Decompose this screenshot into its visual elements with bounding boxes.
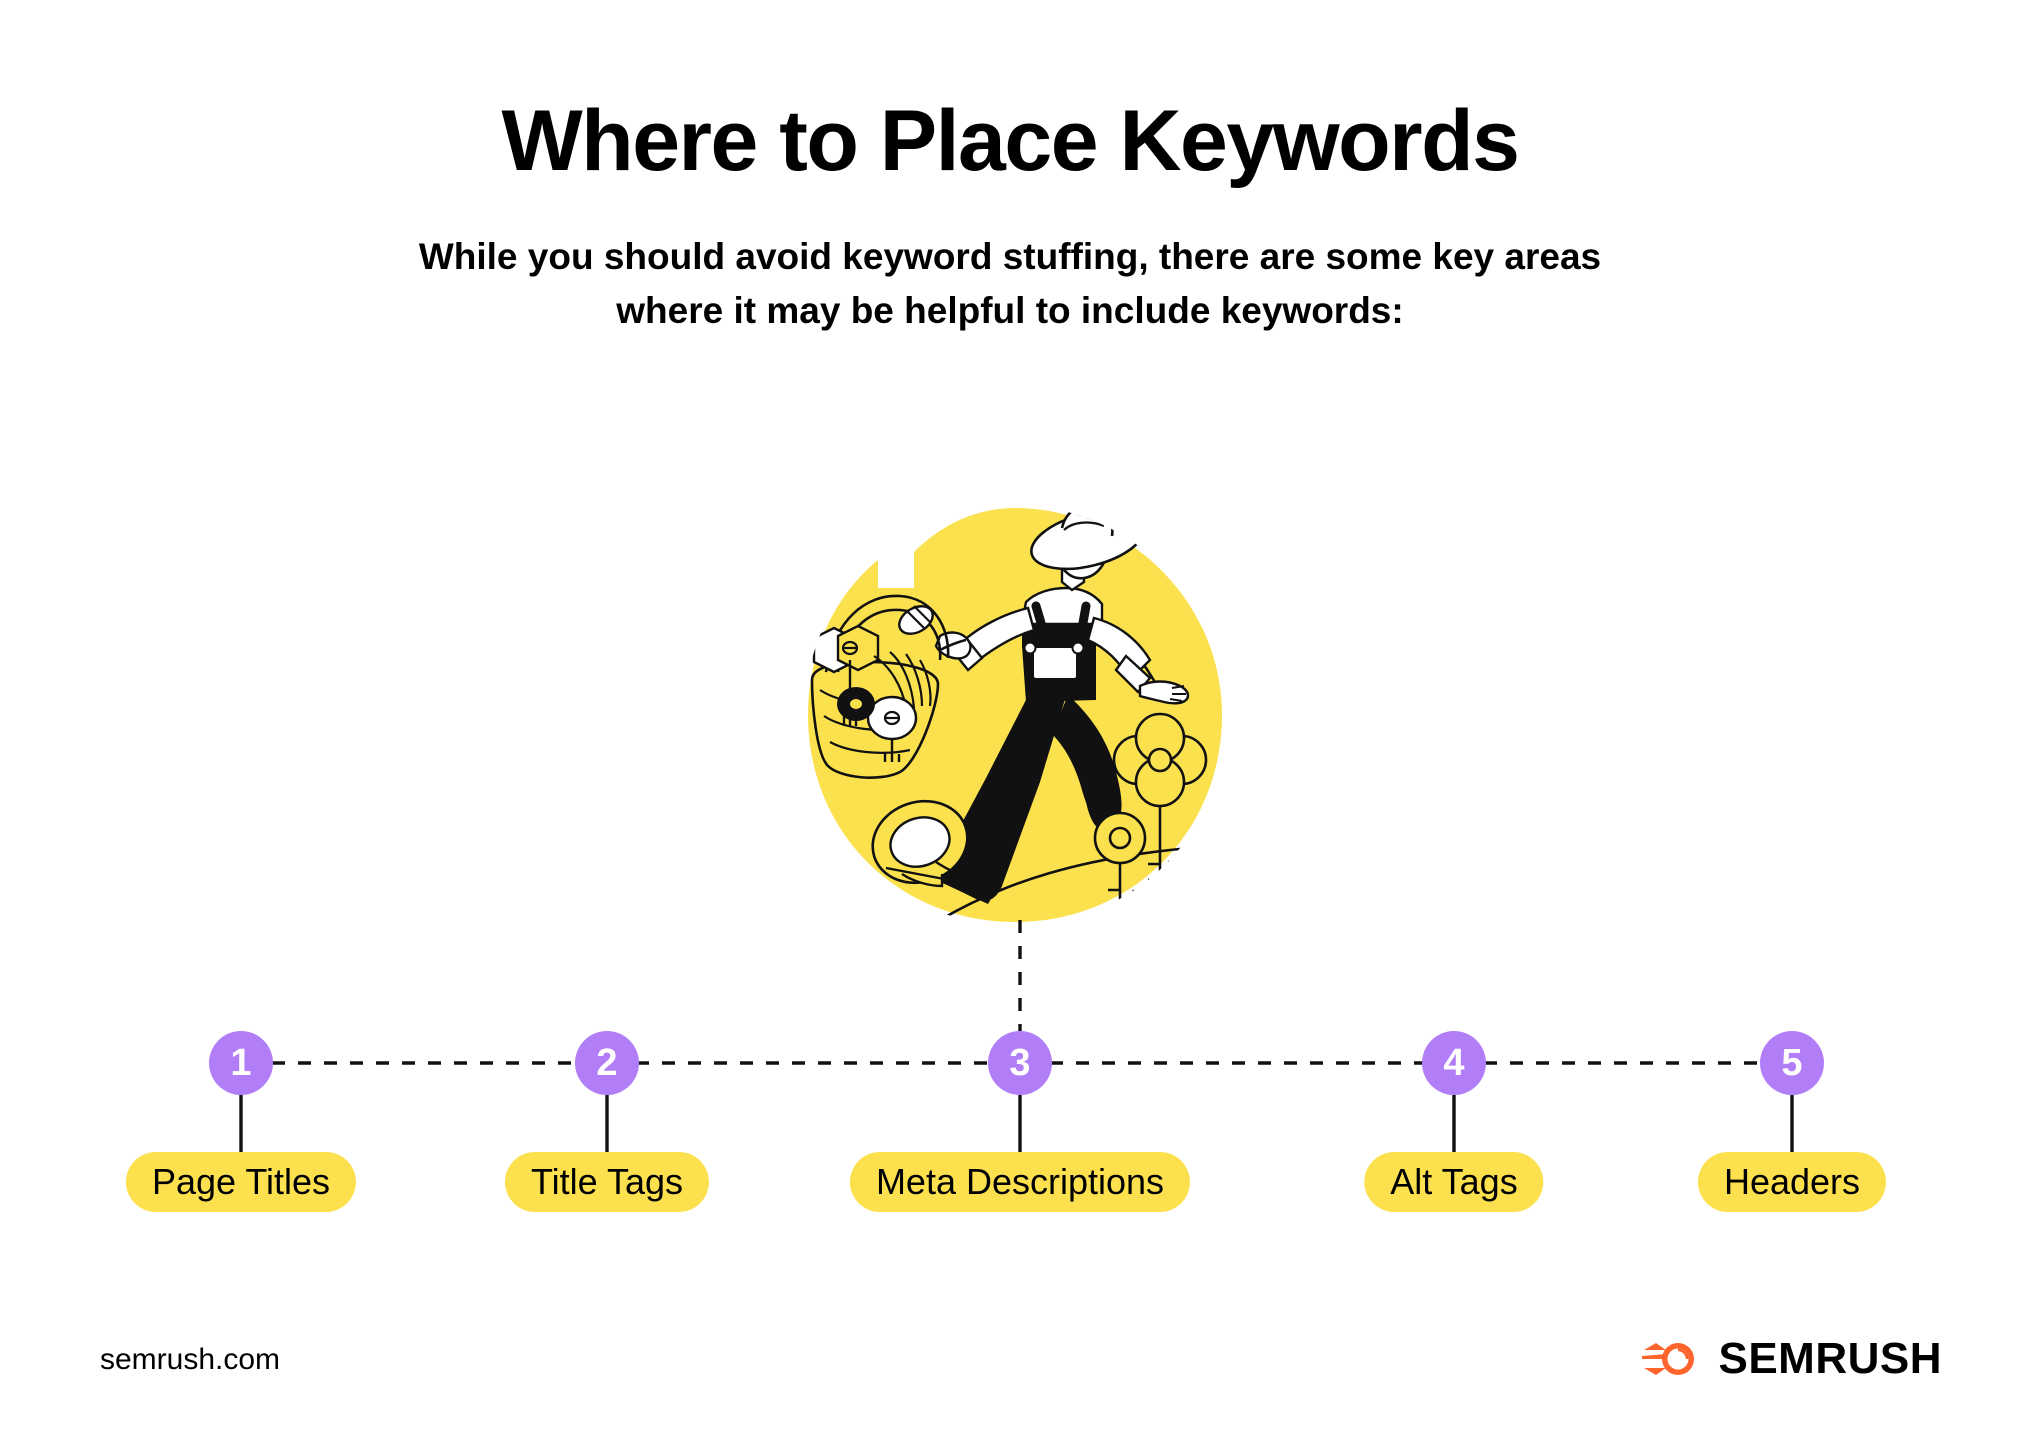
step-label-headers[interactable]: Headers: [1697, 1152, 1887, 1212]
infographic-poster: Where to Place Keywords While you should…: [0, 0, 2020, 1434]
step-number-badge-1[interactable]: 1: [209, 1031, 273, 1095]
step-label-meta-descriptions[interactable]: Meta Descriptions: [849, 1152, 1191, 1212]
subtitle-line-2: where it may be helpful to include keywo…: [616, 289, 1404, 331]
step-label-title-tags[interactable]: Title Tags: [504, 1152, 710, 1212]
step-label-page-titles[interactable]: Page Titles: [125, 1152, 357, 1212]
step-number-badge-4[interactable]: 4: [1422, 1031, 1486, 1095]
page-title: Where to Place Keywords: [501, 93, 1520, 189]
step-number-badge-2[interactable]: 2: [575, 1031, 639, 1095]
step-label-alt-tags[interactable]: Alt Tags: [1364, 1152, 1544, 1212]
step-number-badge-5[interactable]: 5: [1760, 1031, 1824, 1095]
page-subtitle: While you should avoid keyword stuffing,…: [0, 186, 2020, 337]
header: Where to Place Keywords While you should…: [0, 96, 2020, 338]
footer-website-url[interactable]: semrush.com: [100, 1345, 280, 1375]
step-number-badge-3[interactable]: 3: [988, 1031, 1052, 1095]
farmer-with-basket-of-keys-illustration: [790, 490, 1240, 940]
grass-tufts-illustration: [1124, 887, 1150, 911]
subtitle-line-1: While you should avoid keyword stuffing,…: [418, 236, 1602, 278]
semrush-comet-icon: [1642, 1343, 1695, 1375]
semrush-wordmark: SEMRUSH: [1718, 1334, 1942, 1383]
semrush-logo[interactable]: SEMRUSH: [1642, 1336, 1942, 1382]
